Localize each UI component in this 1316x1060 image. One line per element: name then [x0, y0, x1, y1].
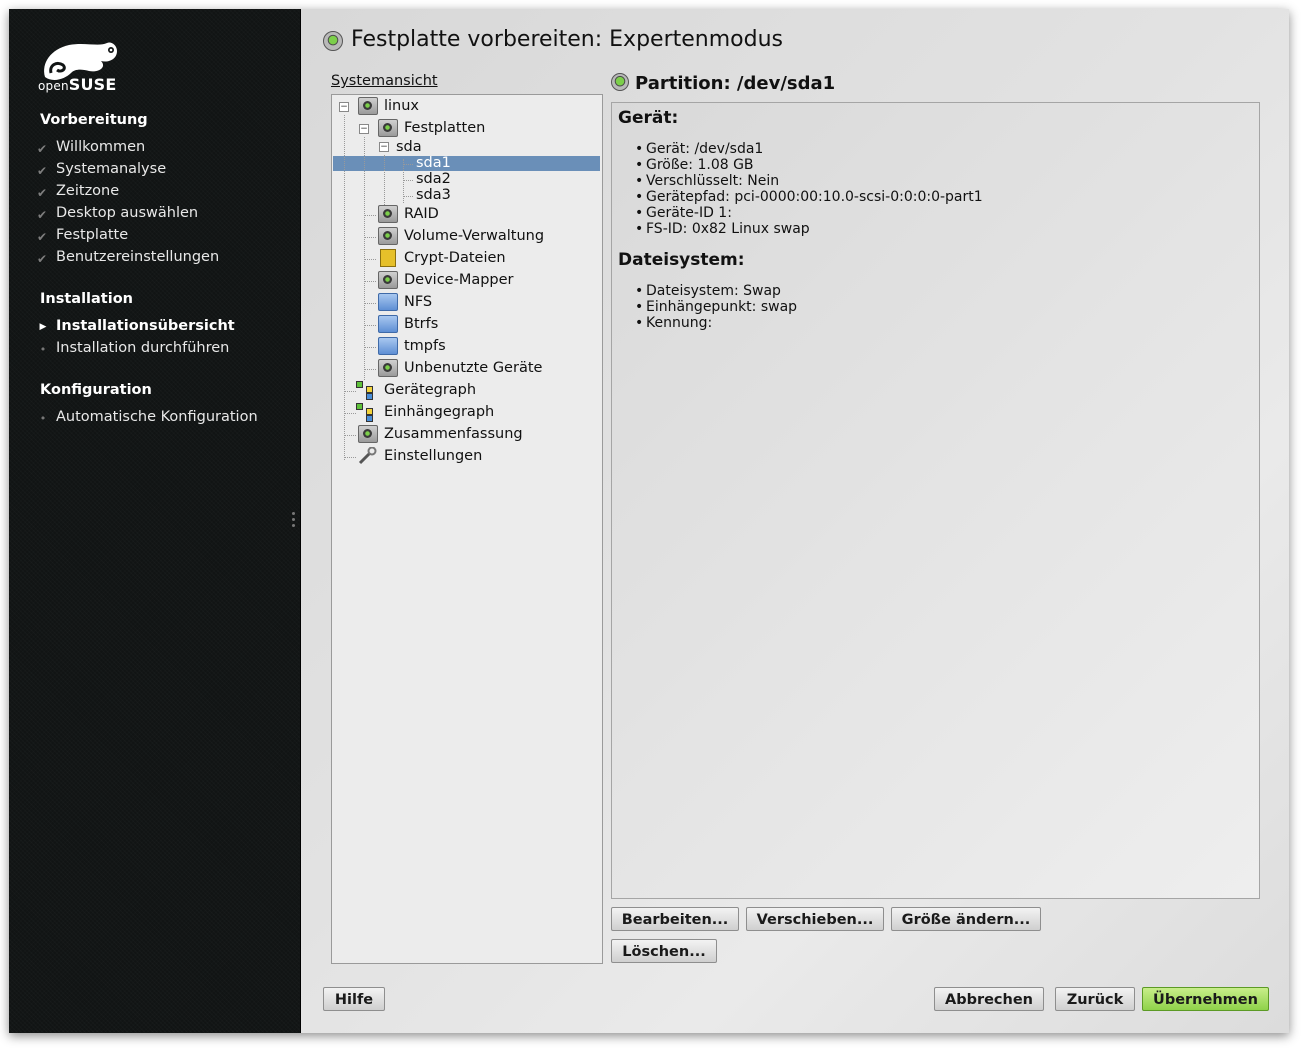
- tree-label: Einhängegraph: [384, 404, 495, 420]
- harddisk-icon: [611, 73, 629, 91]
- harddisk-icon: [323, 31, 343, 51]
- delete-button[interactable]: Löschen...: [611, 939, 717, 963]
- graph-icon: [356, 403, 376, 422]
- step-festplatte: Festplatte: [56, 227, 129, 243]
- harddisk-icon: [358, 97, 378, 115]
- current-step-arrow-icon: ▶: [39, 322, 47, 332]
- tree-label: Crypt-Dateien: [404, 250, 506, 266]
- step-willkommen: Willkommen: [56, 139, 146, 155]
- resize-button[interactable]: Größe ändern...: [891, 907, 1041, 931]
- graph-icon: [356, 381, 376, 400]
- list-item: Gerätepfad: pci-0000:00:10.0-scsi-0:0:0:…: [635, 189, 983, 205]
- tree-selection-highlight: [333, 156, 600, 171]
- help-button[interactable]: Hilfe: [323, 987, 385, 1011]
- folder-icon: [378, 315, 398, 333]
- step-automatische-konfiguration: Automatische Konfiguration: [56, 409, 258, 425]
- tree-label: Zusammenfassung: [384, 426, 523, 442]
- installer-window: openSUSE Vorbereitung ✔ Willkommen ✔ Sys…: [9, 9, 1289, 1033]
- collapse-linux-icon[interactable]: −: [339, 102, 349, 112]
- tree-label: tmpfs: [404, 338, 446, 354]
- section-title-konfiguration: Konfiguration: [40, 382, 152, 398]
- raid-icon: [378, 205, 398, 223]
- device-mapper-icon: [378, 271, 398, 289]
- accept-button[interactable]: Übernehmen: [1142, 987, 1269, 1011]
- check-icon: ✔: [36, 208, 48, 222]
- device-heading: Gerät:: [618, 108, 679, 128]
- bullet-icon: •: [39, 412, 47, 425]
- tree-label: Gerätegraph: [384, 382, 477, 398]
- list-item: Verschlüsselt: Nein: [635, 173, 983, 189]
- filesystem-info-list: Dateisystem: Swap Einhängepunkt: swap Ke…: [635, 283, 797, 331]
- bullet-icon: •: [39, 343, 47, 356]
- check-icon: ✔: [36, 164, 48, 178]
- sidebar: openSUSE Vorbereitung ✔ Willkommen ✔ Sys…: [9, 9, 300, 1033]
- collapse-festplatten-icon[interactable]: −: [359, 124, 369, 134]
- lock-icon: [380, 249, 396, 267]
- check-icon: ✔: [36, 252, 48, 266]
- list-item: Einhängepunkt: swap: [635, 299, 797, 315]
- detail-header-text: Partition: /dev/sda1: [635, 73, 836, 94]
- list-item: FS-ID: 0x82 Linux swap: [635, 221, 983, 237]
- cancel-button[interactable]: Abbrechen: [934, 987, 1044, 1011]
- tree-label: RAID: [404, 206, 439, 222]
- main-content: Festplatte vorbereiten: Expertenmodus Sy…: [300, 9, 1289, 1033]
- opensuse-wordmark: openSUSE: [38, 75, 117, 94]
- harddisk-icon: [378, 119, 398, 137]
- tree-label: Einstellungen: [384, 448, 483, 464]
- step-benutzer: Benutzereinstellungen: [56, 249, 220, 265]
- folder-icon: [378, 293, 398, 311]
- tree-label: linux: [384, 98, 420, 114]
- list-item: Gerät: /dev/sda1: [635, 141, 983, 157]
- system-view-label-text: Systemansicht: [331, 73, 438, 89]
- harddisk-icon: [378, 227, 398, 245]
- partition-details-panel: Gerät: Gerät: /dev/sda1 Größe: 1.08 GB V…: [611, 102, 1260, 899]
- unused-device-icon: [378, 359, 398, 377]
- tree-label: Device-Mapper: [404, 272, 514, 288]
- collapse-sda-icon[interactable]: −: [379, 142, 389, 152]
- step-installation-durchfuehren: Installation durchführen: [56, 340, 230, 356]
- system-view-label: Systemansicht: [331, 73, 438, 89]
- page-title: Festplatte vorbereiten: Expertenmodus: [351, 27, 783, 52]
- filesystem-heading: Dateisystem:: [618, 250, 745, 270]
- check-icon: ✔: [36, 186, 48, 200]
- tree-label: NFS: [404, 294, 433, 310]
- list-item: Größe: 1.08 GB: [635, 157, 983, 173]
- check-icon: ✔: [36, 230, 48, 244]
- check-icon: ✔: [36, 142, 48, 156]
- tree-label: Btrfs: [404, 316, 439, 332]
- sidebar-resize-grip[interactable]: [292, 512, 296, 530]
- harddisk-icon: [358, 425, 378, 443]
- step-systemanalyse: Systemanalyse: [56, 161, 167, 177]
- folder-icon: [378, 337, 398, 355]
- section-title-installation: Installation: [40, 291, 133, 307]
- system-view-tree[interactable]: − linux − Festplatten − sda sda1 sda2 sd…: [331, 94, 603, 964]
- logo-text-suse: SUSE: [68, 75, 117, 94]
- tree-label: Volume-Verwaltung: [404, 228, 545, 244]
- detail-header: Partition: /dev/sda1: [611, 73, 835, 94]
- wrench-icon: [358, 447, 377, 465]
- section-title-vorbereitung: Vorbereitung: [40, 112, 148, 128]
- device-info-list: Gerät: /dev/sda1 Größe: 1.08 GB Verschlü…: [635, 141, 983, 237]
- list-item: Kennung:: [635, 315, 797, 331]
- edit-button[interactable]: Bearbeiten...: [611, 907, 739, 931]
- list-item: Dateisystem: Swap: [635, 283, 797, 299]
- tree-label: Unbenutzte Geräte: [404, 360, 543, 376]
- step-zeitzone: Zeitzone: [56, 183, 120, 199]
- list-item: Geräte-ID 1:: [635, 205, 983, 221]
- step-desktop: Desktop auswählen: [56, 205, 199, 221]
- logo-text-open: open: [38, 79, 69, 93]
- move-button[interactable]: Verschieben...: [746, 907, 884, 931]
- step-installationsuebersicht: Installationsübersicht: [56, 318, 235, 334]
- back-button[interactable]: Zurück: [1055, 987, 1135, 1011]
